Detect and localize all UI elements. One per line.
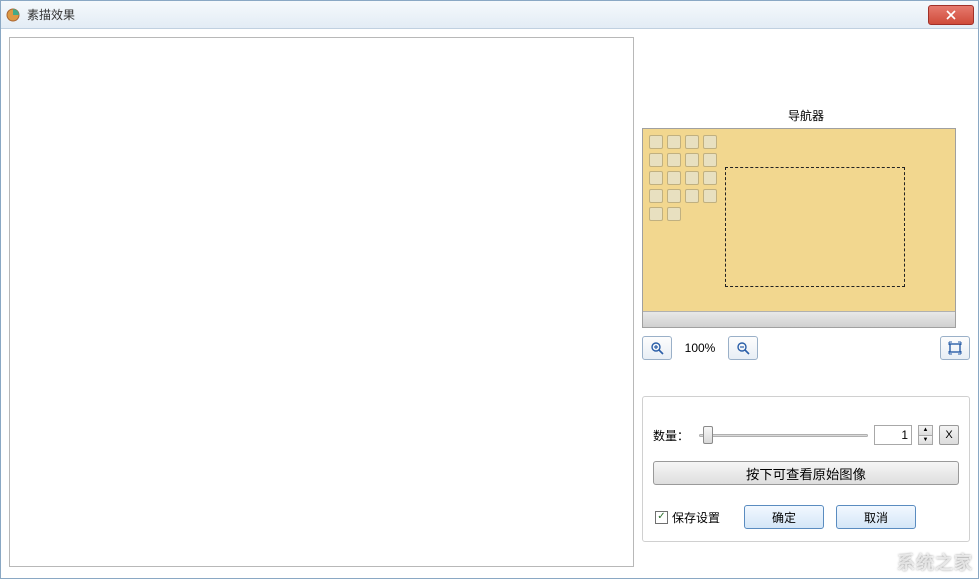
- reset-x-button[interactable]: X: [939, 425, 959, 445]
- amount-slider[interactable]: [699, 425, 868, 445]
- zoom-in-button[interactable]: [642, 336, 672, 360]
- navigator-label: 导航器: [642, 107, 970, 124]
- cancel-button[interactable]: 取消: [836, 505, 916, 529]
- view-original-button[interactable]: 按下可查看原始图像: [653, 461, 959, 485]
- slider-thumb[interactable]: [703, 426, 713, 444]
- navigator-viewport-rect[interactable]: [725, 167, 905, 287]
- navigator-thumbnail[interactable]: [642, 128, 956, 328]
- thumbnail-taskbar: [643, 311, 955, 327]
- content-area: 导航器 1: [1, 29, 978, 578]
- dialog-window: 素描效果 导航器: [0, 0, 979, 579]
- app-icon: [5, 7, 21, 23]
- save-settings-checkbox-wrap[interactable]: 保存设置: [655, 509, 720, 526]
- ok-button[interactable]: 确定: [744, 505, 824, 529]
- parameters-group: 数量： ▲ ▼ X 按下可查看原始图像 保: [642, 396, 970, 542]
- side-panel: 导航器 1: [642, 37, 970, 570]
- titlebar: 素描效果: [1, 1, 978, 29]
- footer-row: 保存设置 确定 取消: [653, 501, 959, 529]
- zoom-out-button[interactable]: [728, 336, 758, 360]
- amount-spinner[interactable]: ▲ ▼: [918, 425, 933, 445]
- amount-row: 数量： ▲ ▼ X: [653, 425, 959, 445]
- amount-input[interactable]: [874, 425, 912, 445]
- spinner-up[interactable]: ▲: [919, 426, 932, 436]
- save-settings-checkbox[interactable]: [655, 511, 668, 524]
- zoom-controls: 100%: [642, 336, 970, 360]
- window-title: 素描效果: [27, 6, 928, 23]
- preview-canvas[interactable]: [9, 37, 634, 567]
- close-button[interactable]: [928, 5, 974, 25]
- thumbnail-desktop-icons: [649, 135, 719, 221]
- spinner-down[interactable]: ▼: [919, 436, 932, 445]
- fit-button[interactable]: [940, 336, 970, 360]
- amount-label: 数量：: [653, 427, 693, 444]
- save-settings-label: 保存设置: [672, 509, 720, 526]
- zoom-percent: 100%: [680, 341, 720, 355]
- navigator-section: 导航器 1: [642, 107, 970, 360]
